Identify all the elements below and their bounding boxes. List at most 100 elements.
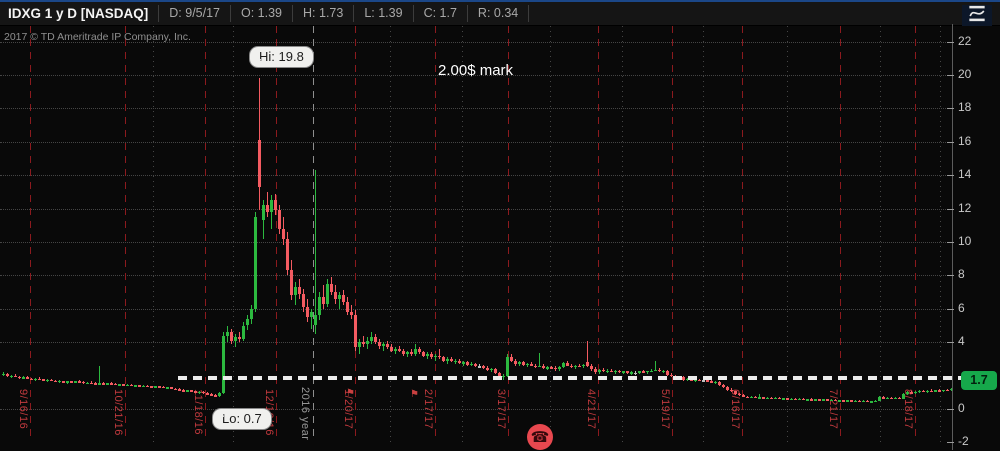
- conference-call-phone-icon[interactable]: ☎: [527, 424, 553, 450]
- h-gridline: [0, 175, 952, 177]
- candle-body: [714, 381, 717, 384]
- x-axis-date-label: 2/17/17: [422, 389, 434, 430]
- candle-body: [818, 399, 821, 401]
- candle-body: [630, 372, 633, 374]
- h-gridline: [0, 108, 952, 110]
- chart-style-button[interactable]: [962, 5, 992, 26]
- candle-body: [874, 400, 877, 403]
- candle-body: [470, 363, 473, 366]
- ohlc-readout: D: 9/5/17 O: 1.39 H: 1.73 L: 1.39 C: 1.7 R: 0…: [158, 5, 530, 22]
- candle-body: [454, 360, 457, 362]
- candle-body: [638, 371, 641, 374]
- candle-body: [382, 343, 385, 346]
- candle-body: [562, 363, 565, 368]
- candle-body: [186, 390, 189, 392]
- candle-body: [574, 365, 577, 368]
- candle-body: [786, 398, 789, 400]
- candle-wick: [315, 170, 316, 334]
- candle-body: [866, 400, 869, 403]
- chart-plot-area[interactable]: 9/16/1610/21/1611/18/1612/16/161/20/172/…: [0, 24, 952, 450]
- candle-body: [766, 397, 769, 400]
- candle-body: [646, 370, 649, 373]
- candle-body: [494, 368, 497, 374]
- candle-body: [590, 366, 593, 369]
- candle-body: [66, 381, 69, 383]
- candle-wick: [439, 348, 440, 359]
- candle-body: [730, 389, 733, 392]
- h-gridline: [0, 342, 952, 344]
- candle-body: [530, 363, 533, 366]
- candle-body: [114, 383, 117, 386]
- earnings-flag-icon[interactable]: ⚑: [410, 389, 419, 400]
- candle-body: [474, 363, 477, 367]
- candle-body: [794, 398, 797, 401]
- candle-body: [394, 348, 397, 351]
- candle-body: [154, 386, 157, 388]
- candle-body: [842, 400, 845, 402]
- candle-body: [258, 140, 261, 187]
- last-price-badge: 1.7: [961, 371, 997, 390]
- candle-body: [626, 371, 629, 374]
- candle-body: [918, 390, 921, 393]
- candle-body: [846, 400, 849, 402]
- candle-body: [610, 370, 613, 372]
- candle-body: [550, 367, 553, 369]
- candle-body: [822, 399, 825, 401]
- candle-body: [210, 394, 213, 396]
- candle-body: [442, 357, 445, 361]
- candle-body: [810, 399, 813, 401]
- candle-body: [598, 369, 601, 373]
- candle-body: [170, 387, 173, 389]
- ohlc-field: H: 1.73: [292, 5, 353, 22]
- candle-body: [78, 381, 81, 383]
- candle-body: [310, 312, 313, 318]
- candle-body: [6, 373, 9, 377]
- candle-body: [802, 398, 805, 401]
- candle-body: [278, 210, 281, 229]
- candle-body: [518, 362, 521, 364]
- price-mark-annotation: 2.00$ mark: [438, 62, 514, 79]
- price-axis-label: 10: [958, 234, 972, 248]
- candle-body: [274, 200, 277, 211]
- candle-body: [222, 335, 225, 394]
- price-axis-label: 0: [958, 401, 965, 415]
- candle-body: [938, 390, 941, 392]
- candle-body: [298, 287, 301, 294]
- candle-body: [870, 401, 873, 403]
- candle-body: [858, 400, 861, 403]
- candle-body: [654, 369, 657, 372]
- candle-body: [430, 353, 433, 358]
- candle-body: [910, 392, 913, 394]
- candle-body: [446, 358, 449, 361]
- candle-body: [198, 391, 201, 394]
- price-axis-label: 22: [958, 33, 972, 48]
- price-axis-label: 14: [958, 167, 972, 182]
- ohlc-field: C: 1.7: [412, 5, 467, 22]
- drawn-price-mark-line[interactable]: [178, 376, 966, 380]
- candle-body: [662, 370, 665, 372]
- candle-body: [882, 397, 885, 399]
- candle-body: [462, 362, 465, 364]
- candle-body: [702, 380, 705, 382]
- candle-body: [418, 348, 421, 353]
- candle-body: [98, 383, 101, 385]
- candle-body: [930, 390, 933, 393]
- price-axis-tick: [947, 41, 954, 43]
- trading-platform-chart-window: { "header": { "symbol_title": "IDXG 1 y …: [0, 0, 1000, 450]
- candle-body: [934, 390, 937, 392]
- candle-body: [422, 352, 425, 356]
- h-gridline: [0, 242, 952, 243]
- candle-body: [346, 302, 349, 313]
- price-axis-border: [952, 24, 953, 450]
- candle-body: [546, 367, 549, 369]
- candle-body: [54, 380, 57, 382]
- h-gridline: [0, 208, 952, 210]
- candle-body: [618, 370, 621, 373]
- candle-body: [838, 400, 841, 402]
- candle-body: [458, 360, 461, 364]
- earnings-flag-icon[interactable]: ⚑: [346, 388, 355, 399]
- candle-body: [558, 367, 561, 369]
- candle-body: [334, 292, 337, 299]
- candle-body: [150, 386, 153, 388]
- candle-body: [22, 377, 25, 379]
